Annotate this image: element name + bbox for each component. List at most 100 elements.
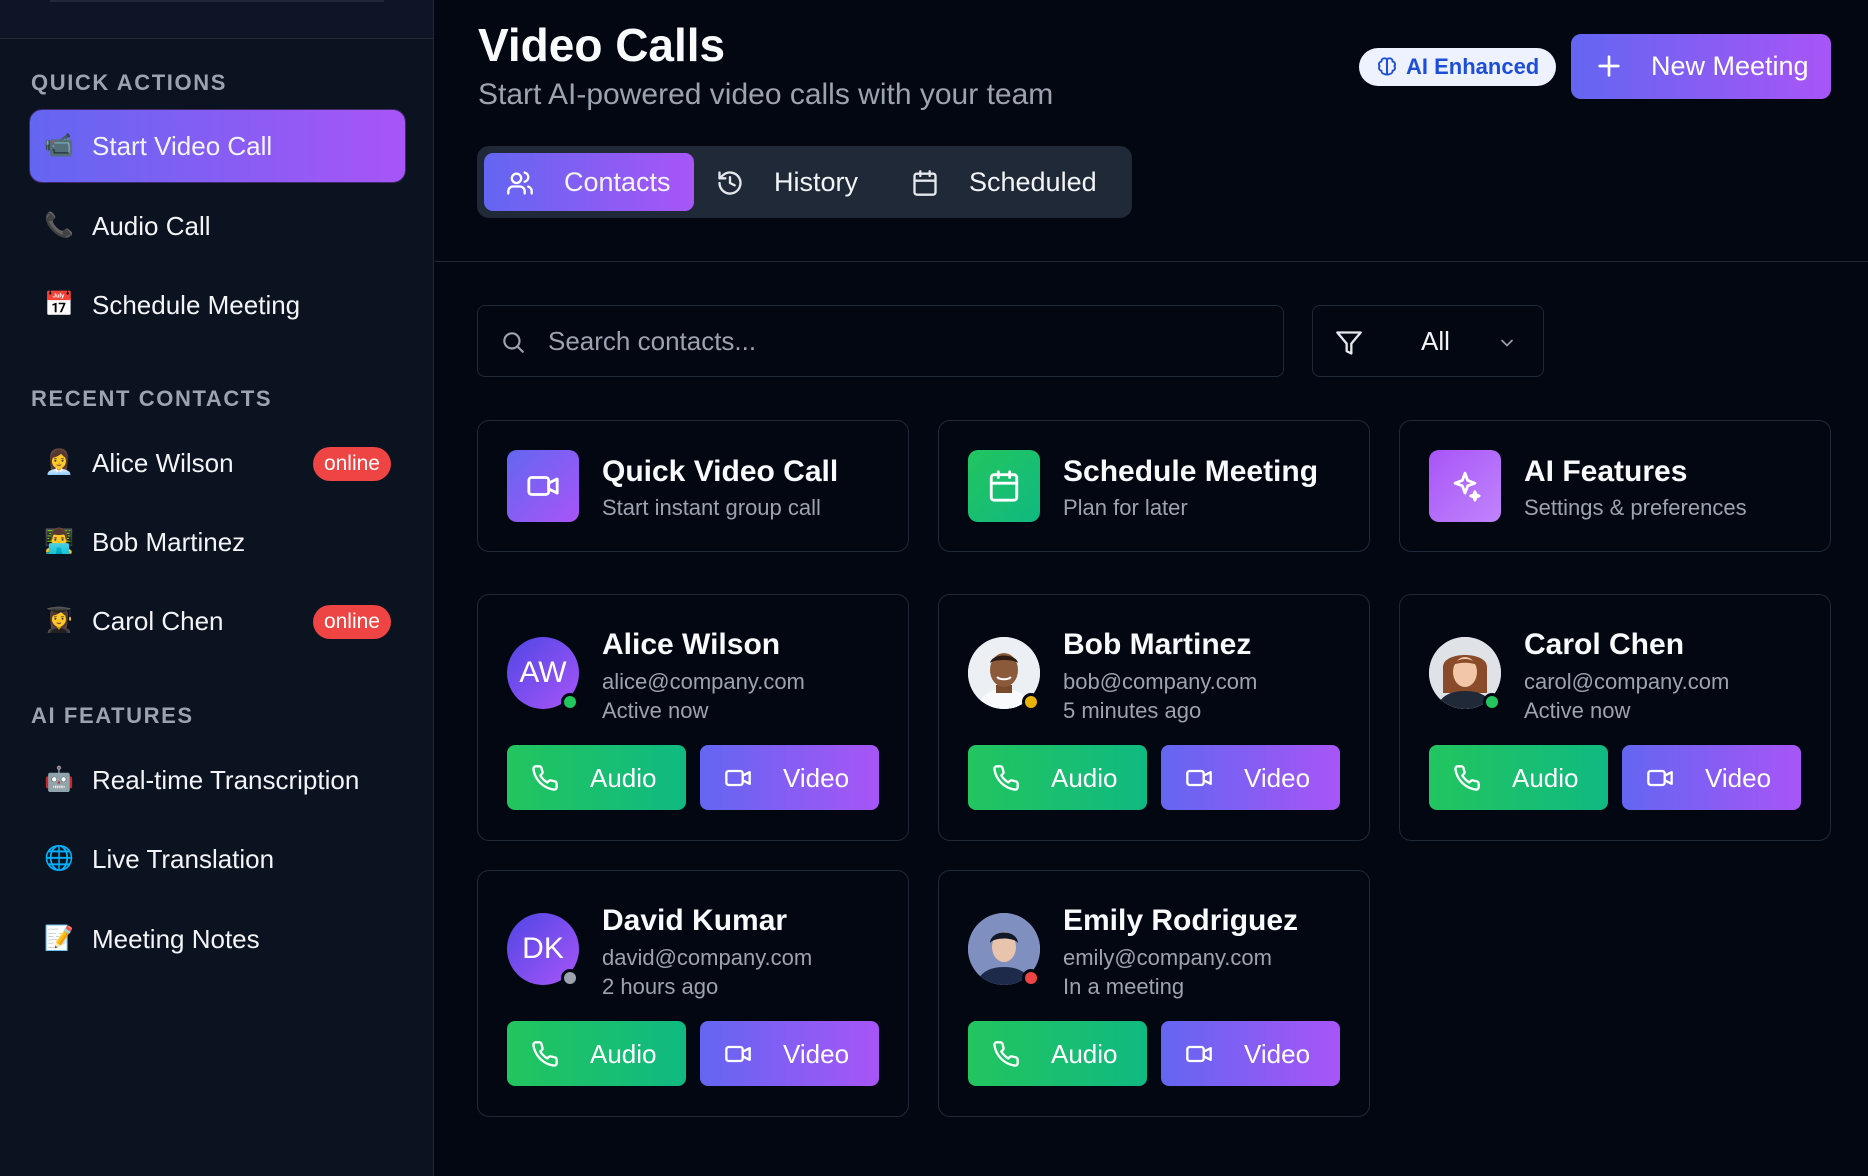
audio-call-button[interactable]: Audio bbox=[507, 745, 686, 810]
robot-icon: 🤖 bbox=[44, 766, 74, 793]
phone-icon bbox=[993, 1041, 1019, 1067]
sidebar-item-label: Meeting Notes bbox=[92, 924, 260, 954]
sidebar-contact-label: Alice Wilson bbox=[92, 448, 234, 478]
person-icon: 👩‍🎓 bbox=[44, 607, 74, 634]
sidebar-item-label: Audio Call bbox=[92, 211, 211, 241]
sidebar-item-meeting-notes[interactable]: 📝 Meeting Notes bbox=[30, 903, 405, 975]
video-call-button[interactable]: Video bbox=[700, 745, 879, 810]
status-dot bbox=[1483, 693, 1501, 711]
contact-name: David Kumar bbox=[602, 904, 788, 937]
sidebar-contact-label: Bob Martinez bbox=[92, 527, 246, 557]
main-content: Video Calls Start AI-powered video calls… bbox=[435, 0, 1868, 1176]
contact-status: 5 minutes ago bbox=[1063, 698, 1202, 723]
section-title-ai-features: AI FEATURES bbox=[31, 703, 194, 728]
page-title: Video Calls bbox=[478, 19, 726, 71]
sidebar-contact-label: Carol Chen bbox=[92, 606, 224, 636]
header-divider bbox=[435, 261, 1868, 262]
audio-call-button[interactable]: Audio bbox=[968, 1021, 1147, 1086]
audio-call-button[interactable]: Audio bbox=[968, 745, 1147, 810]
person-icon: 👩‍💼 bbox=[44, 449, 74, 476]
ai-features-card[interactable]: AI Features Settings & preferences bbox=[1399, 420, 1831, 552]
contact-email: bob@company.com bbox=[1063, 669, 1258, 694]
status-dot bbox=[1022, 969, 1040, 987]
sparkles-icon bbox=[1429, 450, 1501, 522]
video-call-button[interactable]: Video bbox=[1161, 745, 1340, 810]
video-call-button[interactable]: Video bbox=[700, 1021, 879, 1086]
video-camera-icon bbox=[725, 769, 751, 787]
contact-email: emily@company.com bbox=[1063, 945, 1272, 970]
section-title-recent-contacts: RECENT CONTACTS bbox=[31, 386, 273, 411]
person-icon: 👨‍💻 bbox=[44, 528, 74, 555]
sidebar-contact-bob-martinez[interactable]: 👨‍💻 Bob Martinez bbox=[30, 506, 405, 578]
card-title: AI Features bbox=[1524, 455, 1688, 488]
sidebar-item-schedule-meeting[interactable]: 📅 Schedule Meeting bbox=[30, 269, 405, 341]
video-camera-icon bbox=[725, 1045, 751, 1063]
card-subtitle: Start instant group call bbox=[602, 495, 821, 520]
audio-label: Audio bbox=[590, 1039, 657, 1069]
sidebar-contact-alice-wilson[interactable]: 👩‍💼 Alice Wilson online bbox=[30, 427, 405, 499]
search-box bbox=[477, 305, 1284, 377]
audio-call-button[interactable]: Audio bbox=[507, 1021, 686, 1086]
sidebar-contact-carol-chen[interactable]: 👩‍🎓 Carol Chen online bbox=[30, 585, 405, 657]
contact-name: Emily Rodriguez bbox=[1063, 904, 1299, 937]
page-subtitle: Start AI-powered video calls with your t… bbox=[478, 78, 1054, 111]
tab-scheduled[interactable]: Scheduled bbox=[889, 153, 1125, 211]
sidebar-item-live-translation[interactable]: 🌐 Live Translation bbox=[30, 823, 405, 895]
tab-label: Scheduled bbox=[969, 166, 1097, 197]
video-camera-icon bbox=[507, 450, 579, 522]
sidebar-item-realtime-transcription[interactable]: 🤖 Real-time Transcription bbox=[30, 744, 405, 816]
sidebar-item-label: Schedule Meeting bbox=[92, 290, 301, 320]
filter-value: All bbox=[1421, 326, 1450, 356]
audio-label: Audio bbox=[1051, 1039, 1118, 1069]
history-icon bbox=[718, 171, 742, 195]
sidebar-item-audio-call[interactable]: 📞 Audio Call bbox=[30, 190, 405, 262]
video-camera-icon bbox=[1647, 769, 1673, 787]
quick-video-call-card[interactable]: Quick Video Call Start instant group cal… bbox=[477, 420, 909, 552]
tab-label: Contacts bbox=[564, 166, 671, 197]
video-label: Video bbox=[783, 1039, 850, 1069]
memo-icon: 📝 bbox=[44, 925, 74, 952]
card-title: Schedule Meeting bbox=[1063, 455, 1319, 488]
video-camera-icon bbox=[1186, 769, 1212, 787]
card-subtitle: Settings & preferences bbox=[1524, 495, 1747, 520]
globe-icon: 🌐 bbox=[44, 845, 74, 872]
video-call-button[interactable]: Video bbox=[1622, 745, 1801, 810]
status-dot bbox=[1022, 693, 1040, 711]
phone-icon bbox=[532, 1041, 558, 1067]
brain-icon bbox=[1378, 57, 1396, 76]
tab-bar: Contacts History Scheduled bbox=[477, 146, 1132, 218]
contact-card: AW Alice Wilson alice@company.com Active… bbox=[477, 594, 909, 841]
sidebar: QUICK ACTIONS 📹 Start Video Call 📞 Audio… bbox=[0, 0, 434, 1176]
new-meeting-label: New Meeting bbox=[1651, 51, 1809, 81]
sidebar-item-label: Real-time Transcription bbox=[92, 765, 360, 795]
contact-status: In a meeting bbox=[1063, 974, 1185, 999]
tab-history[interactable]: History bbox=[694, 153, 884, 211]
contact-card: Emily Rodriguez emily@company.com In a m… bbox=[938, 870, 1370, 1117]
sidebar-item-start-video-call[interactable]: 📹 Start Video Call bbox=[30, 110, 405, 182]
contact-status: Active now bbox=[1524, 698, 1631, 723]
video-camera-icon bbox=[1186, 1045, 1212, 1063]
audio-call-button[interactable]: Audio bbox=[1429, 745, 1608, 810]
contact-email: david@company.com bbox=[602, 945, 813, 970]
ai-enhanced-badge: AI Enhanced bbox=[1359, 48, 1557, 86]
video-label: Video bbox=[1244, 1039, 1311, 1069]
search-icon bbox=[503, 332, 524, 353]
schedule-meeting-card[interactable]: Schedule Meeting Plan for later bbox=[938, 420, 1370, 552]
video-label: Video bbox=[1705, 763, 1772, 793]
contact-status: 2 hours ago bbox=[602, 974, 719, 999]
tab-contacts[interactable]: Contacts bbox=[484, 153, 694, 211]
card-title: Quick Video Call bbox=[602, 455, 839, 488]
contact-name: Carol Chen bbox=[1524, 628, 1685, 661]
video-label: Video bbox=[783, 763, 850, 793]
online-badge: online bbox=[312, 447, 391, 481]
tab-label: History bbox=[774, 166, 859, 197]
audio-label: Audio bbox=[590, 763, 657, 793]
section-title-quick-actions: QUICK ACTIONS bbox=[31, 70, 227, 95]
new-meeting-button[interactable]: New Meeting bbox=[1571, 34, 1831, 99]
filter-select[interactable]: All bbox=[1312, 305, 1544, 377]
calendar-icon: 📅 bbox=[44, 291, 74, 318]
video-call-button[interactable]: Video bbox=[1161, 1021, 1340, 1086]
search-input[interactable] bbox=[548, 306, 1248, 376]
contact-card: Bob Martinez bob@company.com 5 minutes a… bbox=[938, 594, 1370, 841]
calendar-icon bbox=[968, 450, 1040, 522]
